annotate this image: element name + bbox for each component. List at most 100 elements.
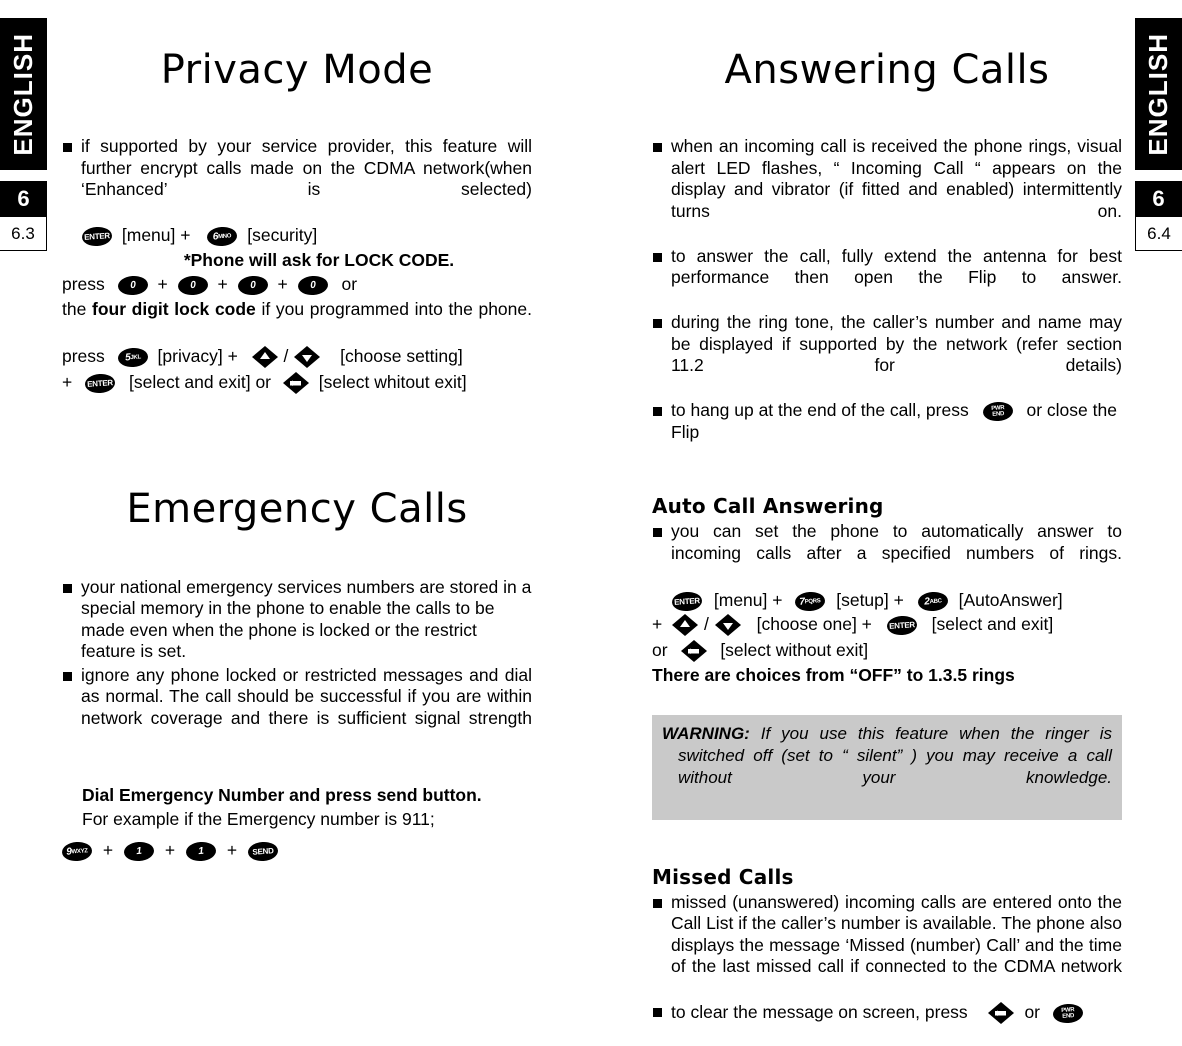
auto-call-select-and-exit-label: [select and exit]: [931, 614, 1054, 634]
bullet-square-icon: [653, 143, 662, 152]
missed-bullet-1-text: missed (unanswered) incoming calls are e…: [671, 891, 1122, 977]
send-key-icon[interactable]: SEND: [247, 840, 279, 862]
privacy-bullet-1-text: if supported by your service provider, t…: [81, 136, 532, 199]
privacy-press-label: press: [62, 274, 105, 294]
privacy-privacy-label: [privacy] +: [157, 345, 238, 366]
seven-key-icon[interactable]: 7PQRS: [794, 590, 826, 612]
clear-key-icon-2[interactable]: [680, 639, 708, 663]
privacy-step-menu-security: ENTER [menu] + 6MNO [security]: [62, 225, 532, 248]
privacy-press2-label: press: [62, 345, 105, 366]
missed-bullet-1: missed (unanswered) incoming calls are e…: [652, 892, 1122, 1000]
warning-box: WARNING: If you use this feature when th…: [652, 714, 1122, 820]
chapter-number-left: 6: [0, 181, 47, 216]
privacy-bullet-1: if supported by your service provider, t…: [62, 136, 532, 222]
emergency-key-sequence: 9WXYZ + 1 + 1 + SEND: [61, 839, 532, 862]
left-column: Privacy Mode if supported by your servic…: [61, 0, 532, 862]
one-key-icon-1[interactable]: 1: [123, 840, 155, 862]
auto-call-slash: /: [703, 614, 709, 634]
auto-call-bullet-1-text: you can set the phone to automatically a…: [671, 521, 1122, 563]
bullet-square-icon: [653, 319, 662, 328]
auto-call-step-1: ENTER [menu] + 7PQRS [setup] + 2ABC [Aut…: [652, 590, 1122, 612]
emergency-bullet-1: your national emergency services numbers…: [62, 577, 532, 663]
warning-label: WARNING:: [662, 723, 750, 743]
auto-call-menu-label: [menu] +: [713, 589, 783, 610]
answering-bullet-2: to answer the call, fully extend the ant…: [652, 246, 1122, 311]
section-number-left: 6.3: [0, 216, 47, 251]
privacy-four-digit-prefix: the: [62, 298, 92, 319]
auto-call-step-2: + / [choose one] + ENTER [select and exi…: [652, 613, 1122, 637]
privacy-slash: /: [283, 345, 289, 366]
privacy-menu-label: [menu] +: [121, 225, 191, 245]
answering-bullet-1: when an incoming call is received the ph…: [652, 136, 1122, 244]
bullet-square-icon: [653, 528, 662, 537]
six-key-icon[interactable]: 6MNO: [206, 225, 238, 248]
auto-call-bullet-1: you can set the phone to automatically a…: [652, 521, 1122, 586]
bullet-square-icon: [63, 671, 72, 681]
plus-sign-4: +: [62, 371, 73, 392]
zero-key-icon-4[interactable]: 0: [296, 274, 329, 297]
auto-call-choose-one-label: [choose one] +: [756, 614, 872, 634]
enter-key-icon-3[interactable]: ENTER: [671, 590, 703, 612]
privacy-select-without-exit-label: [select whitout exit]: [318, 371, 467, 392]
plus-sign-3: +: [277, 274, 288, 294]
bullet-square-icon: [63, 143, 72, 152]
answering-bullet-3: during the ring tone, the caller’s numbe…: [652, 312, 1122, 398]
auto-call-or-label: or: [652, 640, 668, 660]
clear-key-icon-3[interactable]: [987, 1001, 1015, 1025]
answering-bullet-2-text: to answer the call, fully extend the ant…: [671, 245, 1122, 288]
privacy-select-row: + ENTER [select and exit] or [select whi…: [62, 371, 532, 395]
enter-key-icon-2[interactable]: ENTER: [84, 372, 116, 394]
enter-key-icon-4[interactable]: ENTER: [886, 614, 918, 637]
right-column: Answering Calls when an incoming call is…: [652, 0, 1122, 1025]
zero-key-icon-2[interactable]: 0: [177, 274, 209, 297]
five-key-icon[interactable]: 5JKL: [117, 346, 149, 368]
language-tab-left: ENGLISH: [0, 18, 47, 170]
privacy-mode-title: Privacy Mode: [160, 47, 434, 93]
chapter-number-left-label: 6: [17, 185, 30, 211]
missed-bullet-2: to clear the message on screen, press or…: [652, 1001, 1122, 1025]
navigate-up-key-icon[interactable]: [251, 345, 279, 369]
navigate-up-key-icon-2[interactable]: [671, 613, 699, 637]
navigate-down-key-icon-2[interactable]: [714, 613, 742, 637]
privacy-lock-code-note: *Phone will ask for LOCK CODE.: [183, 249, 455, 270]
section-number-left-label: 6.3: [11, 223, 35, 243]
auto-call-step-3: or [select without exit]: [652, 639, 1122, 663]
chapter-number-right: 6: [1135, 181, 1182, 216]
plus-sign-1: +: [157, 274, 168, 294]
bullet-square-icon: [653, 407, 662, 416]
auto-call-autoanswer-label: [AutoAnswer]: [958, 589, 1063, 610]
chapter-number-right-label: 6: [1152, 185, 1165, 211]
nine-key-icon[interactable]: 9WXYZ: [61, 840, 93, 862]
enter-key-icon[interactable]: ENTER: [81, 225, 113, 248]
zero-key-icon-1[interactable]: 0: [117, 274, 149, 297]
privacy-four-digit-bold: four digit lock code: [92, 298, 256, 319]
one-key-icon-2[interactable]: 1: [185, 840, 217, 862]
auto-call-answering-heading: Auto Call Answering: [652, 494, 884, 518]
section-number-right: 6.4: [1135, 216, 1182, 251]
answering-bullet-4: to hang up at the end of the call, press…: [652, 400, 1122, 443]
privacy-select-and-exit-label: [select and exit] or: [128, 371, 272, 392]
answering-bullet-4-text-a: to hang up at the end of the call, press: [671, 400, 969, 420]
zero-key-icon-3[interactable]: 0: [237, 274, 269, 297]
plus-sign-5: +: [102, 839, 114, 860]
auto-call-choices-note: There are choices from “OFF” to 1.3.5 ri…: [652, 665, 1015, 685]
bullet-square-icon: [63, 583, 72, 593]
bullet-square-icon: [653, 1008, 662, 1017]
emergency-bullet-1-text: your national emergency services numbers…: [81, 576, 532, 662]
missed-calls-heading: Missed Calls: [652, 864, 794, 889]
pwr-end-key-icon-2[interactable]: PWR END: [1052, 1002, 1084, 1025]
privacy-choose-setting-label: [choose setting]: [340, 345, 463, 366]
answering-calls-title: Answering Calls: [724, 47, 1050, 93]
language-tab-right: ENGLISH: [1135, 18, 1182, 170]
emergency-bullet-2-text: ignore any phone locked or restricted me…: [81, 664, 532, 728]
plus-sign-2: +: [217, 274, 228, 294]
warning-text-row: WARNING: If you use this feature when th…: [662, 723, 1112, 811]
two-key-icon[interactable]: 2ABC: [917, 590, 949, 612]
pwr-end-key-icon[interactable]: PWR END: [981, 400, 1014, 423]
navigate-down-key-icon[interactable]: [293, 345, 321, 369]
auto-call-setup-label: [setup] +: [836, 589, 904, 610]
auto-call-select-without-exit-label: [select without exit]: [720, 640, 869, 660]
privacy-four-digit-suffix: if you programmed into the phone.: [255, 298, 532, 319]
emergency-example-line: For example if the Emergency number is 9…: [82, 809, 435, 829]
clear-key-icon[interactable]: [282, 371, 310, 395]
